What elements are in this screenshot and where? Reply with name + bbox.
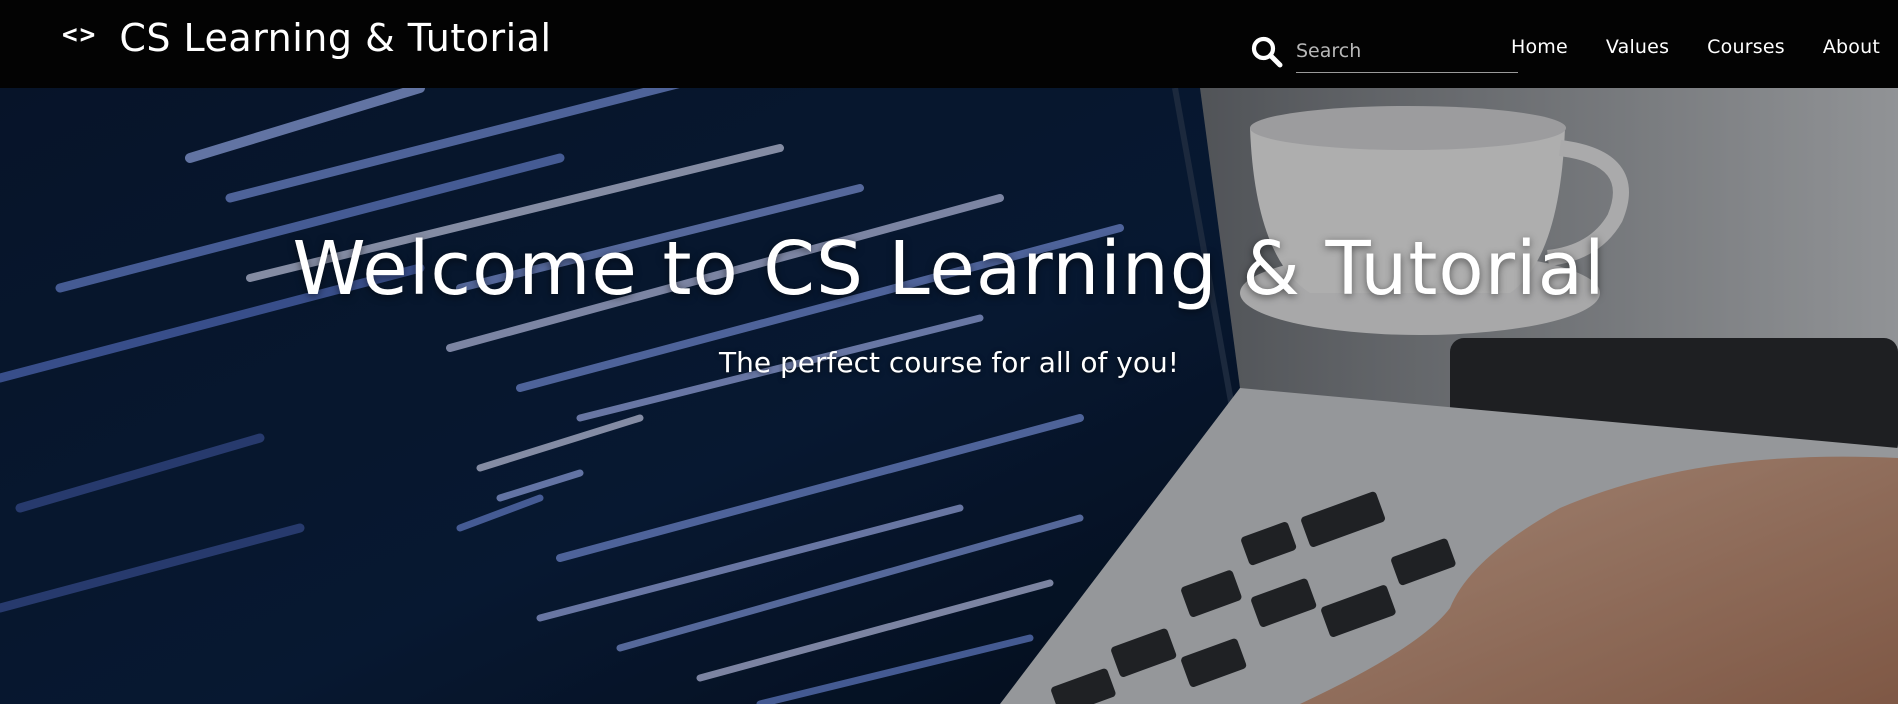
hero-subtitle: The perfect course for all of you! [719, 346, 1179, 379]
nav-link-about[interactable]: About [1823, 36, 1880, 58]
nav-link-home[interactable]: Home [1511, 36, 1568, 58]
search-icon[interactable] [1250, 35, 1284, 69]
nav-link-values[interactable]: Values [1606, 36, 1669, 58]
navbar: <> CS Learning & Tutorial Home Values Co… [0, 0, 1898, 88]
site-title: CS Learning & Tutorial [119, 16, 552, 60]
hero-title: Welcome to CS Learning & Tutorial [292, 226, 1606, 312]
code-brackets-icon: <> [62, 20, 98, 50]
hero-overlay [0, 88, 1898, 704]
brand-logo-link[interactable]: <> CS Learning & Tutorial [62, 16, 552, 60]
hero-section: Welcome to CS Learning & Tutorial The pe… [0, 88, 1898, 704]
nav-menu: Home Values Courses About [1473, 36, 1880, 58]
nav-link-courses[interactable]: Courses [1707, 36, 1785, 58]
